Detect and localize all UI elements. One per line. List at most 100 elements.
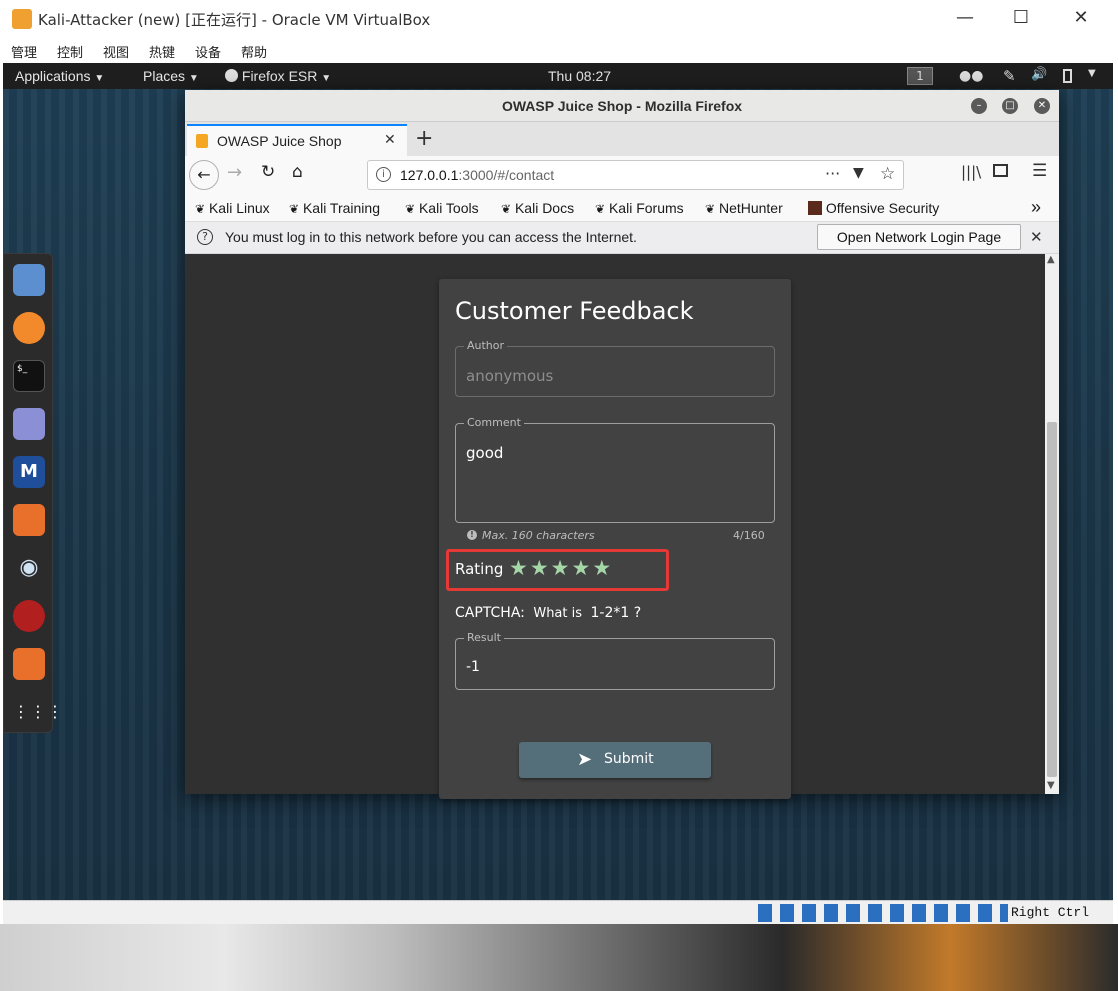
char-counter: 4/160: [733, 529, 765, 542]
more-bookmarks-icon[interactable]: »: [1031, 197, 1041, 218]
comment-field[interactable]: Comment good: [455, 416, 775, 523]
url-bar[interactable]: i 127.0.0.1:3000/#/contact ··· ▼ ☆: [367, 160, 904, 190]
star-icon[interactable]: ★: [592, 556, 613, 580]
vbox-window-title: Kali-Attacker (new) [正在运行] - Oracle VM V…: [38, 11, 431, 29]
page-actions-icon[interactable]: ···: [825, 164, 840, 183]
vbox-menu-item[interactable]: 热键: [149, 42, 175, 61]
back-button[interactable]: ←: [189, 160, 219, 190]
host-desktop-background: [0, 922, 1118, 991]
files-icon[interactable]: [13, 264, 45, 296]
star-icon[interactable]: ★: [551, 556, 572, 580]
tab-juice-shop[interactable]: OWASP Juice Shop ✕: [187, 124, 407, 156]
close-notice-icon[interactable]: ✕: [1030, 228, 1043, 246]
bookmark-star-icon[interactable]: ☆: [880, 164, 895, 184]
star-icon[interactable]: ★: [571, 556, 592, 580]
minimize-button[interactable]: –: [971, 98, 987, 114]
bookmark-offensive-security[interactable]: Offensive Security: [808, 200, 939, 216]
offsec-icon: [808, 201, 822, 215]
new-tab-button[interactable]: +: [415, 126, 433, 151]
battery-icon[interactable]: [1063, 69, 1072, 83]
feedback-card: Customer Feedback Author anonymous Comme…: [439, 279, 791, 799]
bookmark-kali-docs[interactable]: ❦ Kali Docs: [501, 200, 574, 216]
close-button[interactable]: ✕: [1034, 98, 1050, 114]
comment-label: Comment: [464, 416, 524, 429]
author-field: Author anonymous: [455, 339, 775, 397]
pen-icon[interactable]: ✎: [1003, 67, 1016, 85]
maximize-button[interactable]: □: [1002, 98, 1018, 114]
result-label: Result: [464, 631, 504, 644]
vbox-menu-item[interactable]: 帮助: [241, 42, 267, 61]
vbox-menu-item[interactable]: 设备: [195, 42, 221, 61]
host-key-label: Right Ctrl: [1011, 905, 1090, 920]
bookmark-label: Kali Docs: [514, 200, 575, 216]
chevron-down-icon[interactable]: ▼: [1088, 68, 1096, 79]
volume-icon[interactable]: 🔊: [1031, 67, 1047, 82]
kali-dragon-icon: ❦: [595, 202, 606, 216]
firefox-icon[interactable]: [13, 312, 45, 344]
virtualbox-window: Kali-Attacker (new) [正在运行] - Oracle VM V…: [0, 0, 1118, 924]
captcha-line: CAPTCHA: What is 1-2*1 ?: [455, 605, 641, 621]
page-scrollbar[interactable]: ▲ ▼: [1045, 254, 1059, 794]
terminal-icon[interactable]: $_: [13, 360, 45, 392]
firefox-app-label: Firefox ESR: [241, 68, 318, 84]
sidebar-icon[interactable]: [993, 164, 1008, 177]
notice-text: You must log in to this network before y…: [225, 229, 637, 245]
applications-menu[interactable]: Applications ▼: [15, 68, 104, 84]
bookmark-label: Kali Training: [302, 200, 380, 216]
home-icon[interactable]: ⌂: [292, 162, 303, 182]
submit-button[interactable]: ➤ Submit: [519, 742, 711, 778]
scroll-thumb[interactable]: [1047, 422, 1057, 777]
forward-button[interactable]: →: [227, 162, 242, 183]
cherrytree-icon[interactable]: [13, 600, 45, 632]
burpsuite-icon[interactable]: [13, 504, 45, 536]
workspace-indicator[interactable]: 1: [907, 67, 933, 85]
submit-label: Submit: [604, 751, 654, 767]
navigation-bar: ← → ↻ ⌂ i 127.0.0.1:3000/#/contact ··· ▼…: [185, 156, 1059, 194]
maximize-button[interactable]: ☐: [998, 4, 1044, 32]
info-icon[interactable]: i: [376, 167, 391, 182]
captcha-label: CAPTCHA:: [455, 605, 525, 621]
bookmark-kali-tools[interactable]: ❦ Kali Tools: [405, 200, 479, 216]
scroll-up-icon[interactable]: ▲: [1047, 254, 1055, 265]
video-camera-icon[interactable]: ●●: [959, 68, 983, 84]
menu-icon[interactable]: ☰: [1032, 161, 1047, 181]
app-grid-icon[interactable]: ⋮⋮⋮: [13, 696, 63, 728]
text-editor-icon[interactable]: [13, 408, 45, 440]
metasploit-icon[interactable]: M: [13, 456, 45, 488]
scroll-down-icon[interactable]: ▼: [1047, 780, 1055, 791]
vbox-menu-item[interactable]: 视图: [103, 42, 129, 61]
bookmark-kali-training[interactable]: ❦ Kali Training: [289, 200, 380, 216]
places-label: Places: [143, 68, 186, 84]
result-field[interactable]: Result -1: [455, 631, 775, 690]
burp-community-icon[interactable]: [13, 648, 45, 680]
reload-icon[interactable]: ↻: [261, 162, 275, 182]
pocket-icon[interactable]: ▼: [853, 165, 864, 181]
gnome-topbar: Applications ▼ Places ▼ Firefox ESR ▼ Th…: [3, 63, 1113, 89]
bookmark-nethunter[interactable]: ❦ NetHunter: [705, 200, 783, 216]
close-tab-icon[interactable]: ✕: [384, 132, 396, 148]
firefox-titlebar: OWASP Juice Shop - Mozilla Firefox – □ ✕: [185, 90, 1059, 122]
url-host: 127.0.0.1: [400, 167, 459, 183]
clock[interactable]: Thu 08:27: [548, 68, 611, 84]
firefox-window-title: OWASP Juice Shop - Mozilla Firefox: [501, 98, 743, 114]
library-icon[interactable]: |||\: [961, 163, 981, 181]
dock: $_ M ◉ ⋮⋮⋮: [3, 253, 63, 733]
star-icon[interactable]: ★: [509, 556, 530, 580]
bookmark-kali-linux[interactable]: ❦ Kali Linux: [195, 200, 270, 216]
star-icon[interactable]: ★: [530, 556, 551, 580]
vbox-menu-item[interactable]: 管理: [11, 42, 37, 61]
minimize-button[interactable]: —: [942, 4, 988, 32]
bookmark-label: Kali Linux: [208, 200, 270, 216]
close-button[interactable]: ✕: [1058, 4, 1104, 32]
bookmark-label: Kali Forums: [608, 200, 684, 216]
vbox-status-icons[interactable]: [758, 904, 1008, 922]
vbox-menu-item[interactable]: 控制: [57, 42, 83, 61]
applications-label: Applications: [15, 68, 91, 84]
places-menu[interactable]: Places ▼: [143, 68, 199, 84]
rating-stars[interactable]: ★★★★★: [509, 556, 613, 580]
firefox-app-menu[interactable]: Firefox ESR ▼: [225, 68, 331, 84]
eye-icon[interactable]: ◉: [13, 552, 45, 584]
open-login-page-button[interactable]: Open Network Login Page: [817, 224, 1021, 250]
captcha-question: What is: [533, 606, 583, 621]
bookmark-kali-forums[interactable]: ❦ Kali Forums: [595, 200, 684, 216]
